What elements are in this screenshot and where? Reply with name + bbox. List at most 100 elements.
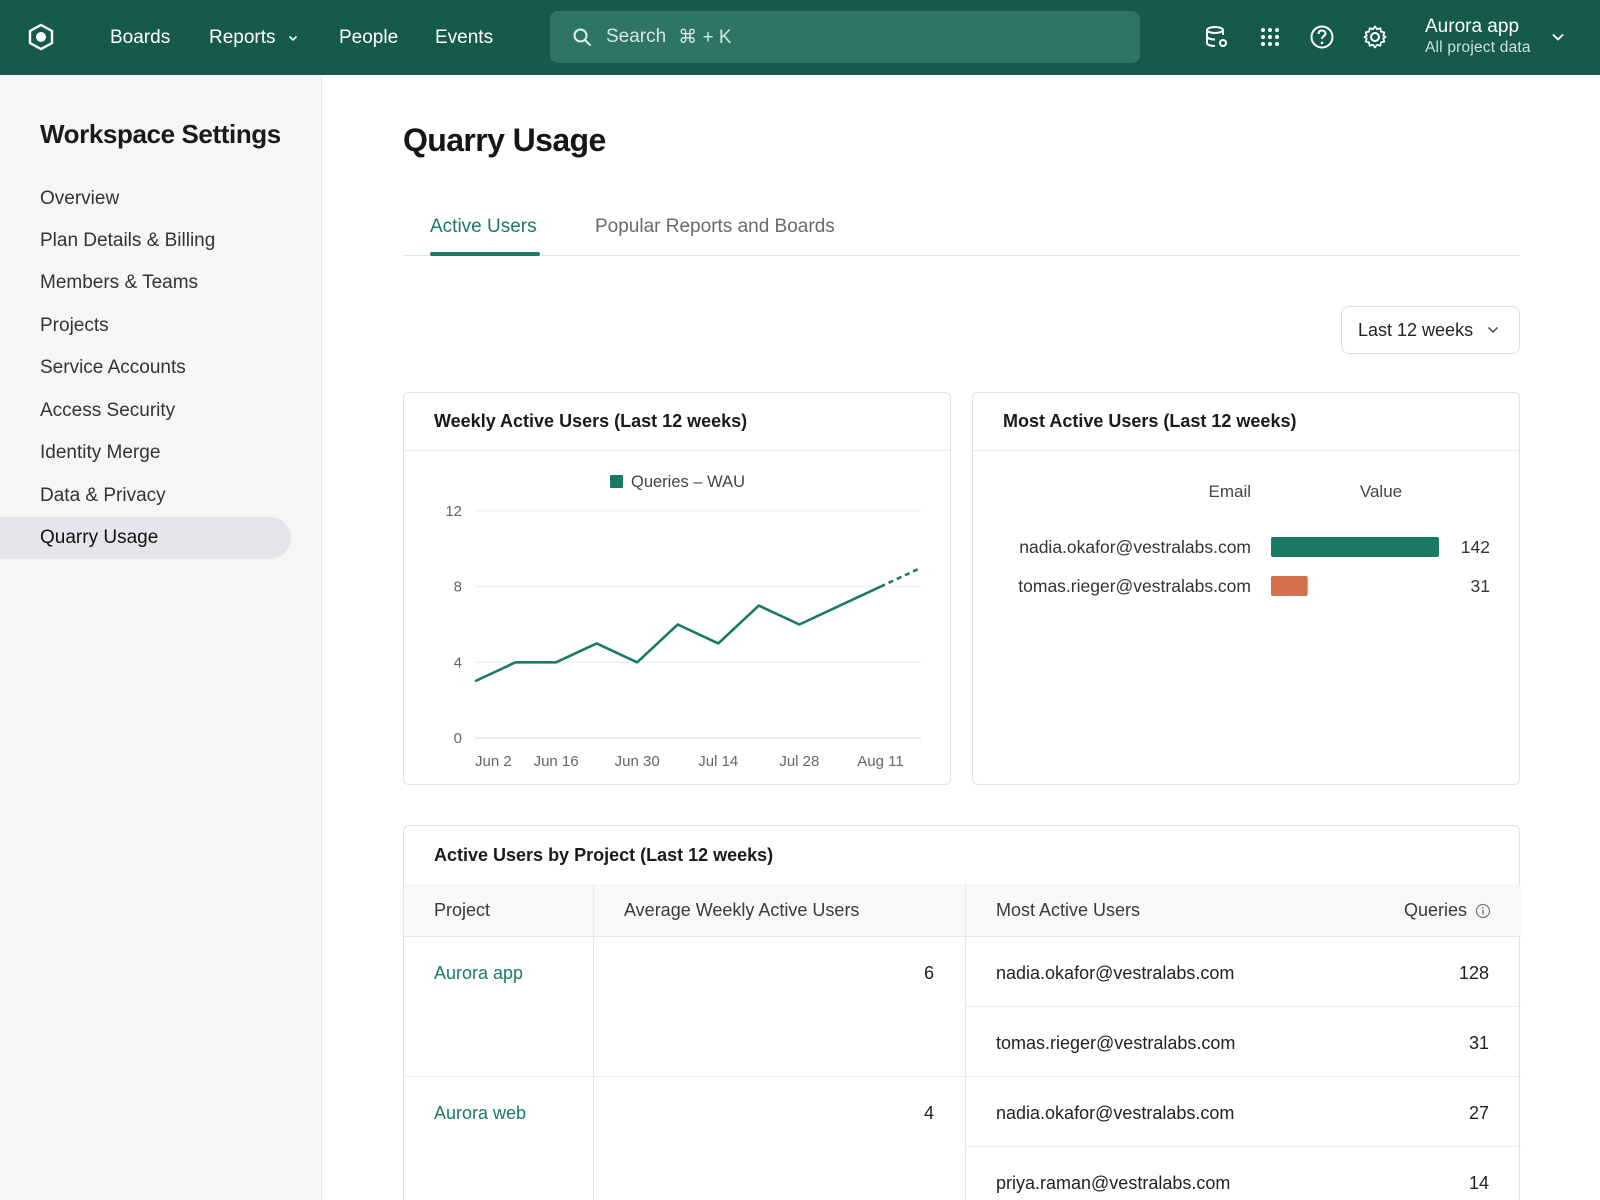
nav-boards[interactable]: Boards bbox=[110, 0, 170, 75]
bar-label-email: nadia.okafor@vestralabs.com bbox=[1019, 537, 1251, 557]
queries-value: 31 bbox=[1469, 1033, 1489, 1054]
queries-text: 14 bbox=[1468, 1173, 1489, 1193]
sidebar-item-quarry-usage[interactable]: Quarry Usage bbox=[0, 517, 291, 559]
tab-label: Active Users bbox=[430, 216, 537, 237]
sidebar-item-access-security[interactable]: Access Security bbox=[0, 390, 291, 432]
wau-line-chart: Queries – WAU 0 4 8 12 Jun 2 Jun 16 Jun 30 Jul 1… bbox=[445, 473, 922, 770]
sidebar-item-service-accounts[interactable]: Service Accounts bbox=[0, 347, 291, 389]
column-header-most-active-users[interactable]: Most Active Users bbox=[996, 884, 1140, 937]
y-tick-label: 4 bbox=[454, 654, 462, 671]
column-divider bbox=[593, 884, 594, 1200]
date-range-value: Last 12 weeks bbox=[1358, 319, 1474, 340]
project-link-aurora-web[interactable]: Aurora web bbox=[434, 1103, 526, 1124]
x-tick-label: Jun 30 bbox=[615, 753, 660, 770]
bar bbox=[1271, 576, 1308, 596]
column-header-avg-wau[interactable]: Average Weekly Active Users bbox=[624, 884, 859, 937]
bar-label-email: tomas.rieger@vestralabs.com bbox=[1018, 576, 1251, 596]
nav-reports[interactable]: Reports bbox=[209, 0, 298, 75]
avg-wau-text: 4 bbox=[923, 1103, 934, 1123]
sidebar-item-members-teams[interactable]: Members & Teams bbox=[0, 262, 291, 304]
column-header-queries[interactable]: Queries bbox=[1404, 884, 1491, 937]
wau-card-title: Weekly Active Users (Last 12 weeks) bbox=[404, 393, 950, 451]
sidebar-item-plan-billing[interactable]: Plan Details & Billing bbox=[0, 220, 291, 262]
tab-label: Popular Reports and Boards bbox=[595, 216, 835, 237]
x-tick-label: Jul 28 bbox=[779, 753, 819, 770]
user-email-text: nadia.okafor@vestralabs.com bbox=[996, 963, 1235, 983]
most-active-users-bar-chart: Email Value nadia.okafor@vestralabs.com 142… bbox=[1018, 482, 1490, 596]
search-input[interactable]: Search ⌘ + K bbox=[550, 11, 1140, 63]
tab-active-users[interactable]: Active Users bbox=[430, 216, 537, 238]
tab-popular-reports-boards[interactable]: Popular Reports and Boards bbox=[595, 216, 835, 238]
sidebar-item-label: Service Accounts bbox=[40, 357, 186, 378]
column-header-label: Project bbox=[434, 900, 491, 920]
sidebar-item-label: Projects bbox=[40, 315, 109, 336]
row-divider bbox=[404, 1076, 1521, 1077]
legend-swatch bbox=[610, 475, 623, 488]
user-email-text: priya.raman@vestralabs.com bbox=[996, 1173, 1231, 1193]
by-project-card-title: Active Users by Project (Last 12 weeks) bbox=[404, 826, 1519, 884]
tab-bar: Active Users Popular Reports and Boards bbox=[403, 200, 1520, 256]
data-sources-icon[interactable] bbox=[1202, 22, 1232, 52]
nav-boards-label: Boards bbox=[110, 26, 171, 48]
legend-label: Queries – WAU bbox=[631, 473, 745, 491]
sidebar-title: Workspace Settings bbox=[40, 119, 281, 149]
by-project-title-text: Active Users by Project (Last 12 weeks) bbox=[434, 844, 774, 865]
column-header-value: Value bbox=[1360, 482, 1402, 501]
settings-sidebar: Workspace Settings Overview Plan Details… bbox=[0, 75, 322, 1200]
nav-reports-label: Reports bbox=[209, 26, 276, 48]
row-divider bbox=[966, 1146, 1521, 1147]
nav-events[interactable]: Events bbox=[435, 0, 493, 75]
project-name: Aurora web bbox=[434, 1103, 527, 1123]
chevron-down-icon[interactable] bbox=[1551, 32, 1565, 42]
column-divider bbox=[965, 884, 966, 1200]
active-tab-indicator bbox=[430, 252, 540, 256]
project-name: Aurora app bbox=[434, 963, 524, 983]
date-range-select[interactable]: Last 12 weeks bbox=[1341, 306, 1520, 354]
user-email: priya.raman@vestralabs.com bbox=[996, 1173, 1230, 1194]
info-icon[interactable] bbox=[1475, 903, 1491, 919]
chevron-down-icon bbox=[288, 35, 297, 41]
avg-wau-text: 6 bbox=[923, 963, 934, 983]
x-tick-label: Jun 2 bbox=[475, 753, 512, 770]
table-header: Project Average Weekly Active Users Most… bbox=[404, 884, 1521, 937]
sidebar-item-data-privacy[interactable]: Data & Privacy bbox=[0, 475, 291, 517]
column-header-email: Email bbox=[1208, 482, 1251, 501]
series-line-projected-segment bbox=[879, 566, 922, 588]
sidebar-item-overview[interactable]: Overview bbox=[0, 178, 291, 220]
nav-people[interactable]: People bbox=[339, 0, 398, 75]
project-link-aurora-app[interactable]: Aurora app bbox=[434, 963, 523, 984]
nav-events-label: Events bbox=[435, 26, 494, 48]
queries-value: 128 bbox=[1459, 963, 1489, 984]
sidebar-item-label: Members & Teams bbox=[40, 272, 199, 293]
queries-text: 31 bbox=[1468, 1033, 1489, 1053]
app-logo-icon[interactable] bbox=[26, 22, 56, 52]
top-navigation-bar: Boards Reports People Events Search ⌘ + … bbox=[0, 0, 1600, 75]
chevron-down-icon bbox=[1487, 326, 1499, 334]
apps-grid-icon[interactable] bbox=[1255, 22, 1285, 52]
sidebar-item-identity-merge[interactable]: Identity Merge bbox=[0, 432, 291, 474]
settings-gear-icon[interactable] bbox=[1360, 22, 1390, 52]
x-tick-label: Jul 14 bbox=[698, 753, 738, 770]
sidebar-item-label: Access Security bbox=[40, 400, 176, 421]
search-shortcut: ⌘ + K bbox=[678, 26, 732, 48]
column-header-label: Most Active Users bbox=[996, 900, 1141, 920]
x-tick-label: Jun 16 bbox=[534, 753, 579, 770]
sidebar-item-label: Plan Details & Billing bbox=[40, 230, 216, 251]
sidebar-item-label: Overview bbox=[40, 188, 120, 209]
most-active-users-card-title: Most Active Users (Last 12 weeks) bbox=[973, 393, 1519, 451]
bar-value-label: 142 bbox=[1461, 537, 1490, 557]
column-header-project[interactable]: Project bbox=[434, 884, 490, 937]
user-email-text: nadia.okafor@vestralabs.com bbox=[996, 1103, 1235, 1123]
sidebar-item-label: Quarry Usage bbox=[40, 527, 159, 548]
project-switcher[interactable]: Aurora app All project data bbox=[1425, 16, 1531, 58]
help-icon[interactable] bbox=[1307, 22, 1337, 52]
active-users-by-project-card: Active Users by Project (Last 12 weeks) … bbox=[403, 825, 1521, 1200]
sidebar-item-projects[interactable]: Projects bbox=[0, 305, 291, 347]
user-email-text: tomas.rieger@vestralabs.com bbox=[996, 1033, 1236, 1053]
queries-text: 27 bbox=[1468, 1103, 1489, 1123]
row-divider bbox=[966, 1006, 1521, 1007]
project-name: Aurora app bbox=[1425, 16, 1520, 37]
avg-wau-value: 4 bbox=[924, 1103, 934, 1124]
bar bbox=[1271, 537, 1439, 557]
sidebar-item-label: Data & Privacy bbox=[40, 485, 166, 506]
